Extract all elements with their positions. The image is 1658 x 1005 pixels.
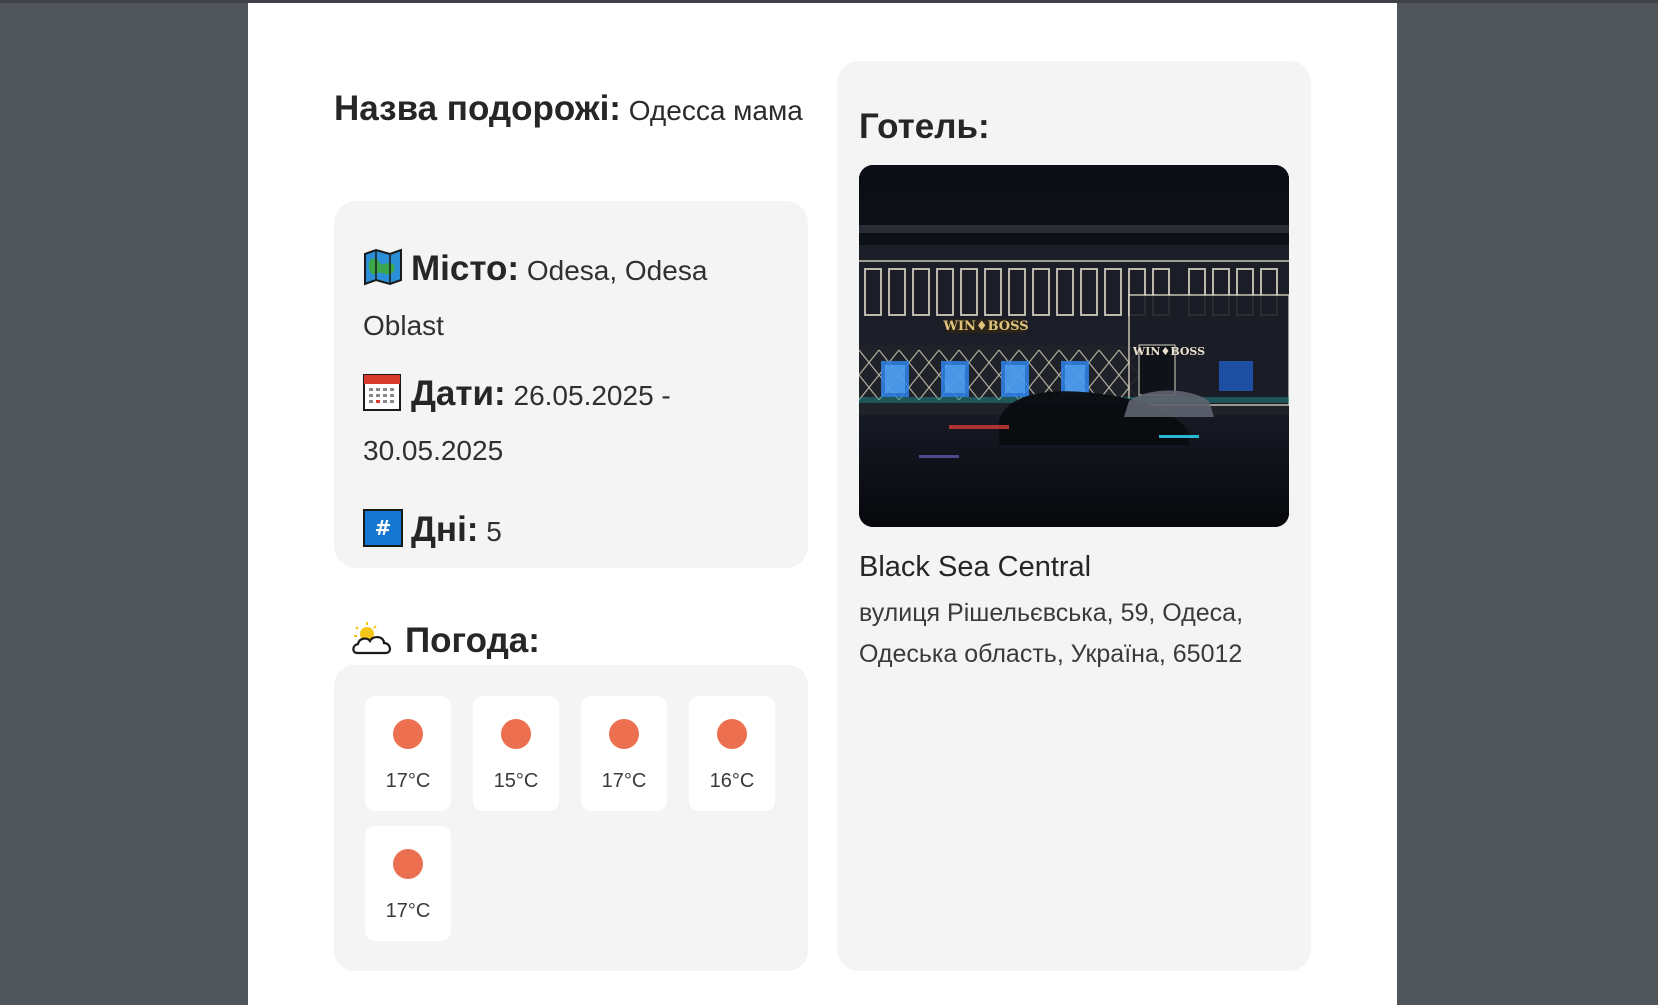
weather-temp: 16°C: [709, 770, 755, 792]
sun-icon: [393, 719, 423, 749]
weather-day: 15°C: [473, 696, 559, 811]
weather-day: 17°C: [581, 696, 667, 811]
weather-day: 17°C: [365, 696, 451, 811]
hotel-address: вулиця Рішельєвська, 59, Одеса, Одеська …: [859, 599, 1244, 668]
cloud-sun-icon: [351, 620, 395, 655]
city-row: Місто: Odesa, Odesa Oblast: [363, 241, 783, 353]
trip-title-label: Назва подорожі:: [334, 89, 621, 128]
sun-icon: [609, 719, 639, 749]
sun-icon: [393, 849, 423, 879]
weather-card: 17°C 15°C 17°C 16°C 17°C: [334, 665, 808, 971]
hotel-name: Black Sea Central: [859, 551, 1092, 583]
weather-label: Погода:: [405, 621, 540, 660]
weather-day: 17°C: [365, 826, 451, 941]
trip-title-value: Одесса мама: [628, 95, 803, 126]
hotel-heading: Готель:: [859, 107, 990, 146]
hash-icon: #: [363, 509, 403, 547]
city-label: Місто:: [411, 249, 520, 288]
weather-day: 16°C: [689, 696, 775, 811]
days-value: 5: [486, 516, 502, 547]
svg-text:WIN♦BOSS: WIN♦BOSS: [1132, 345, 1205, 358]
svg-text:#: #: [375, 516, 392, 540]
hotel-photo[interactable]: WIN♦BOSS WIN♦BOSS: [859, 165, 1289, 527]
days-row: # Дні: 5: [363, 502, 783, 559]
weather-heading: Погода:: [351, 616, 540, 666]
map-icon: [363, 248, 403, 286]
trip-info-card: Місто: Odesa, Odesa Oblast Дати: 26.05.2…: [334, 201, 808, 568]
calendar-icon: [363, 373, 403, 411]
trip-title: Назва подорожі: Одесса мама: [334, 81, 804, 139]
trip-page: Назва подорожі: Одесса мама Місто: Odesa…: [248, 3, 1397, 1005]
weather-temp: 15°C: [493, 770, 539, 792]
sun-icon: [717, 719, 747, 749]
weather-temp: 17°C: [385, 900, 431, 922]
svg-text:WIN♦BOSS: WIN♦BOSS: [942, 319, 1028, 334]
dates-label: Дати:: [411, 374, 506, 413]
dates-row: Дати: 26.05.2025 - 30.05.2025: [363, 366, 783, 478]
weather-temp: 17°C: [601, 770, 647, 792]
sun-icon: [501, 719, 531, 749]
days-label: Дні:: [411, 510, 479, 549]
dates-value: 26.05.2025 - 30.05.2025: [363, 380, 671, 466]
hotel-card: Готель: WIN♦BOSS WIN♦BOSS Black Sea Cent…: [837, 61, 1311, 971]
weather-temp: 17°C: [385, 770, 431, 792]
